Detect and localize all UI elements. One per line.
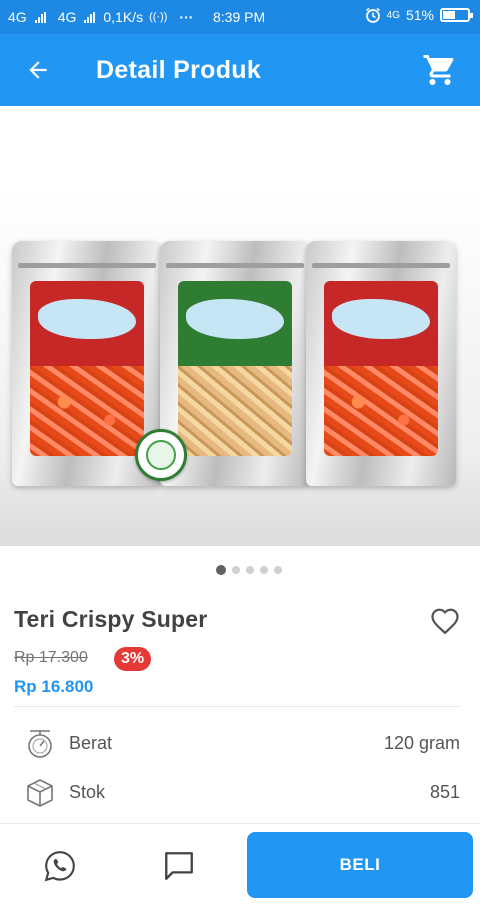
spec-value: 851 <box>429 782 460 802</box>
product-price: Rp 16.800 <box>14 677 94 696</box>
whatsapp-button[interactable] <box>42 848 78 884</box>
network-label-2: 4G <box>57 9 77 25</box>
overflow-icon: ··· <box>179 9 194 25</box>
battery-percent: 51% <box>405 7 434 23</box>
shopping-cart-icon <box>423 55 454 85</box>
heart-outline-icon <box>431 608 459 635</box>
bottom-action-bar: BELI <box>0 823 480 905</box>
alarm-icon <box>365 7 380 23</box>
whatsapp-icon <box>44 851 75 882</box>
discount-badge: 3% <box>114 647 152 671</box>
product-image-carousel[interactable] <box>0 106 480 551</box>
divider <box>14 706 460 707</box>
buy-button[interactable]: BELI <box>247 832 473 898</box>
box-icon <box>27 779 53 807</box>
chat-button[interactable] <box>161 848 197 884</box>
carousel-dot[interactable] <box>246 566 254 574</box>
product-name: Teri Crispy Super <box>14 606 208 632</box>
scale-icon <box>28 730 52 758</box>
spec-label: Berat <box>69 733 113 753</box>
cart-button[interactable] <box>420 50 460 90</box>
network-speed: 0,1K/s <box>103 9 144 25</box>
back-button[interactable] <box>22 54 54 86</box>
clock: 8:39 PM <box>213 9 266 25</box>
spec-label: Stok <box>69 782 106 802</box>
network-label-3: 4G <box>386 9 400 21</box>
page-title: Detail Produk <box>96 56 262 84</box>
signal-icon <box>84 11 96 23</box>
spec-value: 120 gram <box>383 733 460 753</box>
app-bar: Detail Produk <box>0 34 480 106</box>
carousel-dot[interactable] <box>216 565 226 575</box>
spec-row-weight: Berat 120 gram <box>0 723 480 763</box>
original-price: Rp 17.300 <box>14 649 88 666</box>
status-bar: 4G 4G 0,1K/s ((·)) ··· 8:39 PM 4G 51% <box>0 0 480 34</box>
arrow-left-icon <box>29 61 47 79</box>
product-pouch-red-right <box>306 241 456 486</box>
halal-logo <box>135 429 187 481</box>
signal-icon <box>34 11 46 23</box>
carousel-dot[interactable] <box>232 566 240 574</box>
chat-bubble-icon <box>165 852 193 880</box>
network-label-1: 4G <box>8 9 27 25</box>
carousel-dot[interactable] <box>274 566 282 574</box>
hotspot-icon: ((·)) <box>149 11 168 23</box>
carousel-dot[interactable] <box>260 566 268 574</box>
spec-row-stock: Stok 851 <box>0 772 480 812</box>
favorite-button[interactable] <box>428 604 462 638</box>
carousel-indicator[interactable] <box>0 563 480 577</box>
battery-icon <box>440 8 473 22</box>
